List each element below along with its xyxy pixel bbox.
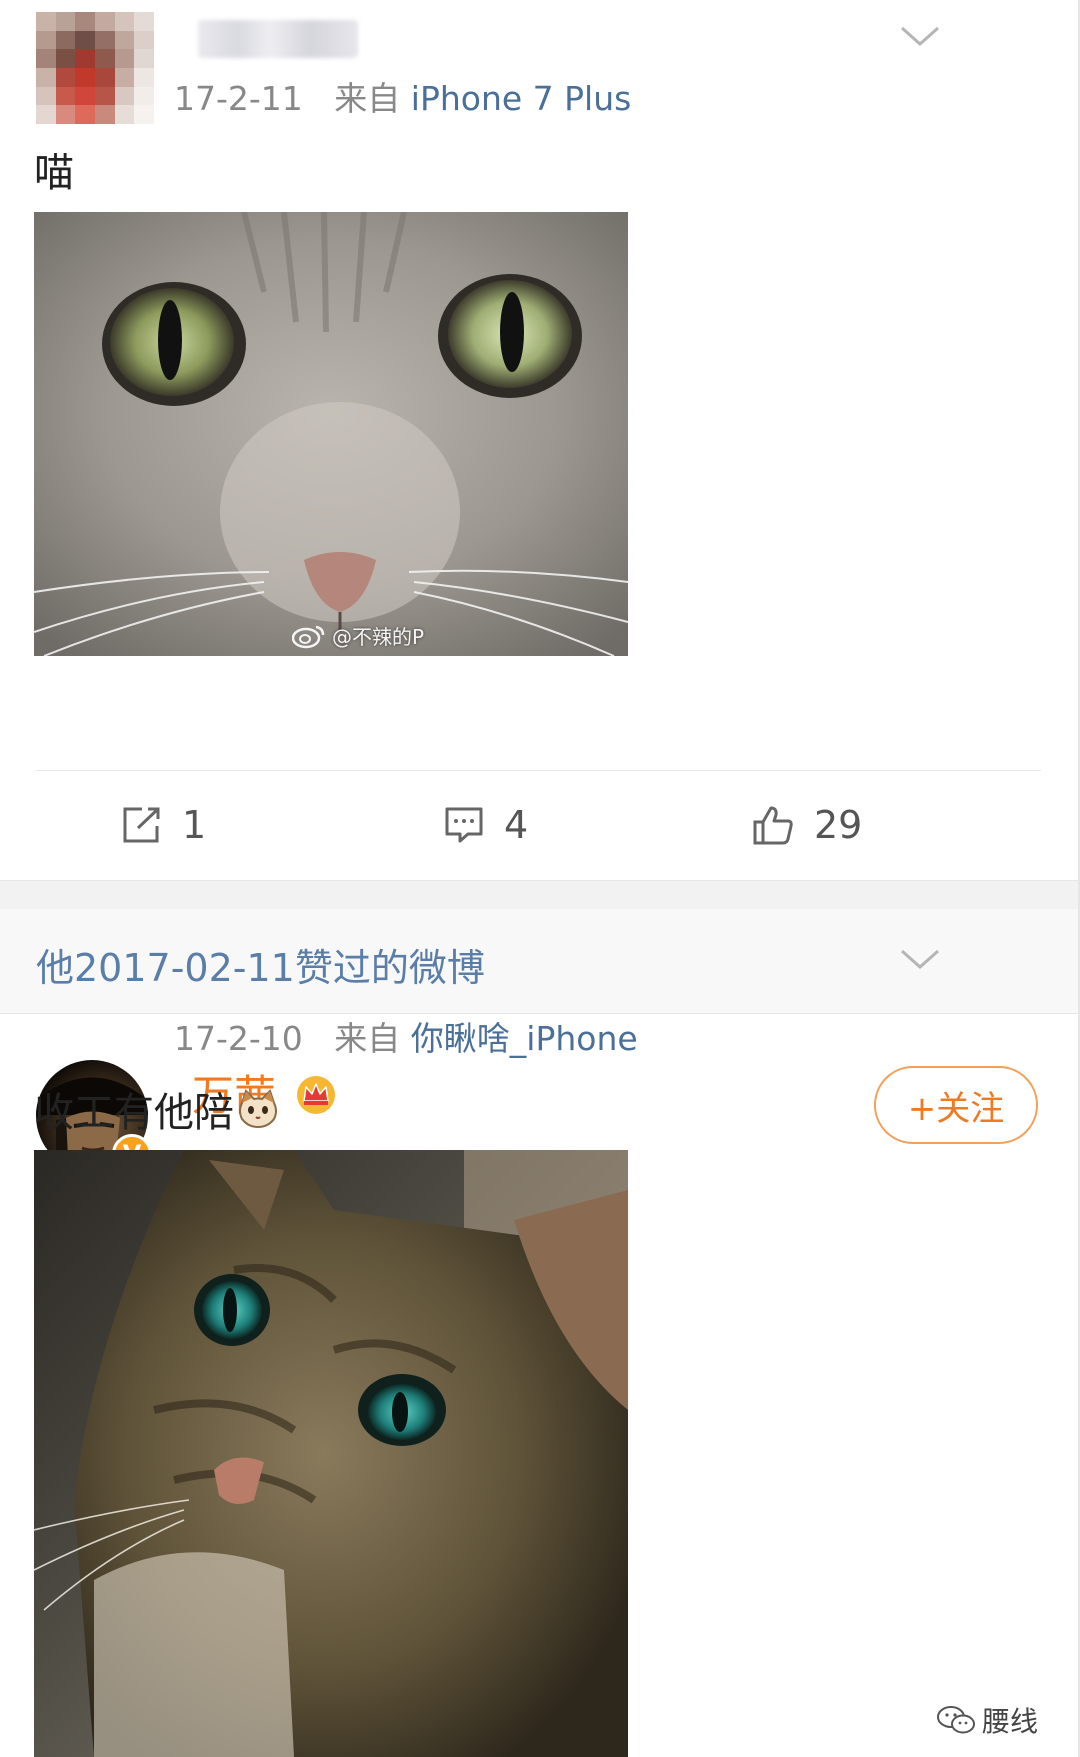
like-count: 29 bbox=[814, 803, 863, 847]
username-blurred[interactable] bbox=[198, 20, 358, 58]
source-prefix: 来自 bbox=[334, 79, 401, 118]
repost-count: 1 bbox=[182, 803, 207, 847]
brand-text: 腰线 bbox=[982, 1705, 1039, 1738]
post-meta: 17-2-11 来自 iPhone 7 Plus bbox=[174, 72, 631, 120]
post-image-cat-closeup[interactable]: @不辣的P bbox=[34, 212, 628, 656]
weibo-logo-icon bbox=[292, 625, 325, 648]
post-source-link[interactable]: iPhone 7 Plus bbox=[411, 79, 632, 118]
cat-emoji-icon bbox=[239, 1089, 277, 1129]
post-source-link[interactable]: 你瞅啥_iPhone bbox=[411, 1019, 638, 1058]
post2-text-row: 收工有他陪 bbox=[34, 1080, 278, 1138]
avatar-pixelated[interactable] bbox=[36, 12, 154, 124]
avatar-mosaic bbox=[36, 12, 154, 124]
like-icon bbox=[753, 806, 793, 845]
crown-icon bbox=[297, 1076, 336, 1114]
tabby-cat-photo bbox=[34, 1150, 628, 1757]
post-date: 17-2-10 bbox=[174, 1019, 303, 1058]
post-text: 喵 bbox=[34, 150, 74, 196]
post-date: 17-2-11 bbox=[174, 79, 303, 118]
comment-count: 4 bbox=[504, 803, 529, 847]
post-image-tabby-cat[interactable] bbox=[34, 1150, 628, 1757]
divider bbox=[36, 770, 1041, 771]
section-separator bbox=[0, 880, 1078, 910]
like-button[interactable]: 29 bbox=[752, 800, 862, 850]
wechat-icon bbox=[937, 1706, 975, 1734]
comment-button[interactable]: 4 bbox=[444, 800, 528, 850]
post2-meta: 17-2-10 来自 你瞅啥_iPhone bbox=[174, 1012, 638, 1060]
chevron-down-icon[interactable] bbox=[900, 947, 940, 971]
cat-face-photo bbox=[34, 212, 628, 656]
watermark-text: @不辣的P bbox=[332, 625, 425, 649]
image-watermark: @不辣的P bbox=[292, 621, 424, 650]
liked-section-header: 他2017-02-11赞过的微博 bbox=[0, 909, 1078, 1014]
brand-watermark: 腰线 bbox=[936, 1700, 1038, 1740]
repost-icon bbox=[123, 807, 160, 843]
repost-button[interactable]: 1 bbox=[122, 800, 206, 850]
source-prefix: 来自 bbox=[334, 1019, 401, 1058]
chevron-down-icon[interactable] bbox=[900, 24, 940, 48]
weibo-post-1: 17-2-11 来自 iPhone 7 Plus 喵 @不辣的P 1 4 29 bbox=[0, 0, 1078, 880]
liked-section-title: 他2017-02-11赞过的微博 bbox=[36, 946, 485, 990]
comment-icon bbox=[445, 807, 483, 843]
post-text: 收工有他陪 bbox=[34, 1090, 234, 1136]
follow-button[interactable]: +关注 bbox=[874, 1066, 1038, 1144]
